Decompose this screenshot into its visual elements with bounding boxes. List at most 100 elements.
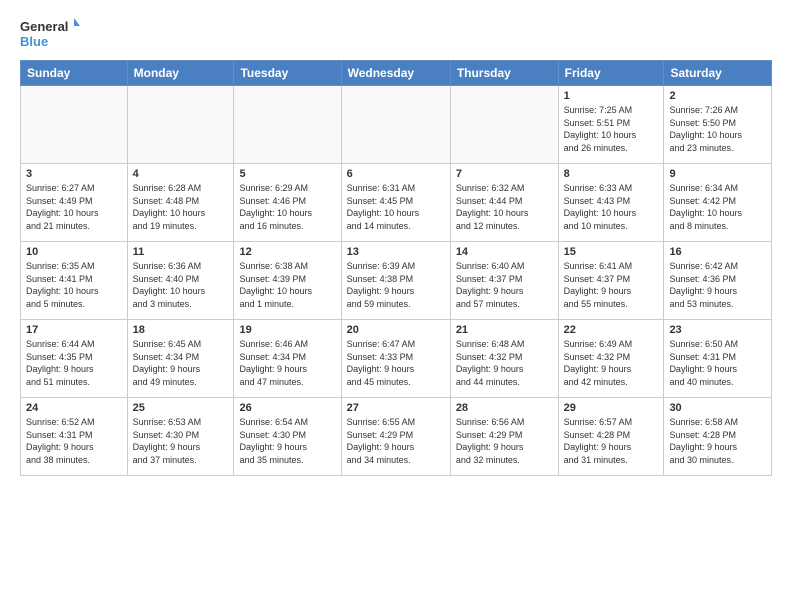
- page: General Blue SundayMondayTuesdayWednesda…: [0, 0, 792, 612]
- calendar-body: 1 Sunrise: 7:25 AM Sunset: 5:51 PM Daylig…: [21, 86, 772, 476]
- day-info: Sunrise: 6:44 AM Sunset: 4:35 PM Dayligh…: [26, 338, 122, 388]
- svg-text:General: General: [20, 19, 68, 34]
- day-number: 11: [133, 246, 229, 258]
- calendar-cell: 2 Sunrise: 7:26 AM Sunset: 5:50 PM Daylig…: [664, 86, 772, 164]
- calendar-cell: [234, 86, 341, 164]
- day-number: 1: [564, 90, 659, 102]
- calendar-cell: 19 Sunrise: 6:46 AM Sunset: 4:34 PM Dayli…: [234, 320, 341, 398]
- day-info: Sunrise: 6:42 AM Sunset: 4:36 PM Dayligh…: [669, 260, 766, 310]
- day-number: 15: [564, 246, 659, 258]
- day-number: 13: [347, 246, 445, 258]
- calendar-week: 17 Sunrise: 6:44 AM Sunset: 4:35 PM Dayli…: [21, 320, 772, 398]
- weekday-header: Wednesday: [341, 61, 450, 86]
- weekday-header: Friday: [558, 61, 664, 86]
- day-number: 21: [456, 324, 553, 336]
- calendar-cell: 23 Sunrise: 6:50 AM Sunset: 4:31 PM Dayli…: [664, 320, 772, 398]
- calendar-cell: 14 Sunrise: 6:40 AM Sunset: 4:37 PM Dayli…: [450, 242, 558, 320]
- weekday-header: Thursday: [450, 61, 558, 86]
- calendar-cell: [127, 86, 234, 164]
- calendar-cell: 8 Sunrise: 6:33 AM Sunset: 4:43 PM Daylig…: [558, 164, 664, 242]
- day-number: 23: [669, 324, 766, 336]
- calendar-cell: 22 Sunrise: 6:49 AM Sunset: 4:32 PM Dayli…: [558, 320, 664, 398]
- day-number: 14: [456, 246, 553, 258]
- day-info: Sunrise: 6:33 AM Sunset: 4:43 PM Dayligh…: [564, 182, 659, 232]
- day-info: Sunrise: 6:32 AM Sunset: 4:44 PM Dayligh…: [456, 182, 553, 232]
- calendar-cell: 30Sunrise: 6:58 AM Sunset: 4:28 PM Dayli…: [664, 398, 772, 476]
- day-info: Sunrise: 6:35 AM Sunset: 4:41 PM Dayligh…: [26, 260, 122, 310]
- weekday-header: Saturday: [664, 61, 772, 86]
- calendar-cell: 25 Sunrise: 6:53 AM Sunset: 4:30 PM Dayli…: [127, 398, 234, 476]
- day-number: 28: [456, 402, 553, 414]
- calendar-cell: 3 Sunrise: 6:27 AM Sunset: 4:49 PM Daylig…: [21, 164, 128, 242]
- day-info: Sunrise: 6:45 AM Sunset: 4:34 PM Dayligh…: [133, 338, 229, 388]
- day-info: Sunrise: 6:49 AM Sunset: 4:32 PM Dayligh…: [564, 338, 659, 388]
- day-info: Sunrise: 6:31 AM Sunset: 4:45 PM Dayligh…: [347, 182, 445, 232]
- day-info: Sunrise: 6:54 AM Sunset: 4:30 PM Dayligh…: [239, 416, 335, 466]
- weekday-header: Sunday: [21, 61, 128, 86]
- day-number: 19: [239, 324, 335, 336]
- day-number: 10: [26, 246, 122, 258]
- day-number: 29: [564, 402, 659, 414]
- weekday-header: Tuesday: [234, 61, 341, 86]
- calendar-cell: 29 Sunrise: 6:57 AM Sunset: 4:28 PM Dayli…: [558, 398, 664, 476]
- day-number: 7: [456, 168, 553, 180]
- calendar-cell: 13Sunrise: 6:39 AM Sunset: 4:38 PM Dayli…: [341, 242, 450, 320]
- day-number: 18: [133, 324, 229, 336]
- day-number: 20: [347, 324, 445, 336]
- calendar-cell: 12 Sunrise: 6:38 AM Sunset: 4:39 PM Dayli…: [234, 242, 341, 320]
- calendar-cell: 24 Sunrise: 6:52 AM Sunset: 4:31 PM Dayli…: [21, 398, 128, 476]
- day-number: 8: [564, 168, 659, 180]
- day-info: Sunrise: 6:40 AM Sunset: 4:37 PM Dayligh…: [456, 260, 553, 310]
- logo-svg: General Blue: [20, 16, 80, 52]
- calendar-cell: 6 Sunrise: 6:31 AM Sunset: 4:45 PM Daylig…: [341, 164, 450, 242]
- day-number: 24: [26, 402, 122, 414]
- calendar-cell: 4 Sunrise: 6:28 AM Sunset: 4:48 PM Daylig…: [127, 164, 234, 242]
- day-info: Sunrise: 6:47 AM Sunset: 4:33 PM Dayligh…: [347, 338, 445, 388]
- calendar-header: SundayMondayTuesdayWednesdayThursdayFrid…: [21, 61, 772, 86]
- day-number: 17: [26, 324, 122, 336]
- day-info: Sunrise: 6:57 AM Sunset: 4:28 PM Dayligh…: [564, 416, 659, 466]
- day-number: 16: [669, 246, 766, 258]
- calendar-cell: [450, 86, 558, 164]
- day-info: Sunrise: 6:28 AM Sunset: 4:48 PM Dayligh…: [133, 182, 229, 232]
- day-number: 3: [26, 168, 122, 180]
- day-info: Sunrise: 6:52 AM Sunset: 4:31 PM Dayligh…: [26, 416, 122, 466]
- day-info: Sunrise: 6:58 AM Sunset: 4:28 PM Dayligh…: [669, 416, 766, 466]
- day-info: Sunrise: 6:50 AM Sunset: 4:31 PM Dayligh…: [669, 338, 766, 388]
- day-info: Sunrise: 6:27 AM Sunset: 4:49 PM Dayligh…: [26, 182, 122, 232]
- calendar-cell: 20 Sunrise: 6:47 AM Sunset: 4:33 PM Dayli…: [341, 320, 450, 398]
- calendar-cell: 1 Sunrise: 7:25 AM Sunset: 5:51 PM Daylig…: [558, 86, 664, 164]
- calendar-cell: 26Sunrise: 6:54 AM Sunset: 4:30 PM Dayli…: [234, 398, 341, 476]
- day-number: 6: [347, 168, 445, 180]
- calendar-week: 24 Sunrise: 6:52 AM Sunset: 4:31 PM Dayli…: [21, 398, 772, 476]
- day-number: 9: [669, 168, 766, 180]
- day-number: 5: [239, 168, 335, 180]
- day-info: Sunrise: 6:48 AM Sunset: 4:32 PM Dayligh…: [456, 338, 553, 388]
- day-number: 25: [133, 402, 229, 414]
- calendar-cell: 7 Sunrise: 6:32 AM Sunset: 4:44 PM Daylig…: [450, 164, 558, 242]
- calendar-cell: [341, 86, 450, 164]
- day-info: Sunrise: 6:41 AM Sunset: 4:37 PM Dayligh…: [564, 260, 659, 310]
- header: General Blue: [20, 16, 772, 52]
- calendar-cell: 16 Sunrise: 6:42 AM Sunset: 4:36 PM Dayli…: [664, 242, 772, 320]
- calendar-cell: 11 Sunrise: 6:36 AM Sunset: 4:40 PM Dayli…: [127, 242, 234, 320]
- day-info: Sunrise: 6:53 AM Sunset: 4:30 PM Dayligh…: [133, 416, 229, 466]
- day-info: Sunrise: 6:55 AM Sunset: 4:29 PM Dayligh…: [347, 416, 445, 466]
- calendar-cell: [21, 86, 128, 164]
- day-info: Sunrise: 7:26 AM Sunset: 5:50 PM Dayligh…: [669, 104, 766, 154]
- logo: General Blue: [20, 16, 80, 52]
- calendar-week: 1 Sunrise: 7:25 AM Sunset: 5:51 PM Daylig…: [21, 86, 772, 164]
- day-info: Sunrise: 6:34 AM Sunset: 4:42 PM Dayligh…: [669, 182, 766, 232]
- day-number: 12: [239, 246, 335, 258]
- day-info: Sunrise: 6:36 AM Sunset: 4:40 PM Dayligh…: [133, 260, 229, 310]
- day-info: Sunrise: 7:25 AM Sunset: 5:51 PM Dayligh…: [564, 104, 659, 154]
- calendar-week: 10 Sunrise: 6:35 AM Sunset: 4:41 PM Dayli…: [21, 242, 772, 320]
- svg-text:Blue: Blue: [20, 34, 48, 49]
- day-number: 2: [669, 90, 766, 102]
- day-number: 4: [133, 168, 229, 180]
- day-info: Sunrise: 6:38 AM Sunset: 4:39 PM Dayligh…: [239, 260, 335, 310]
- day-info: Sunrise: 6:46 AM Sunset: 4:34 PM Dayligh…: [239, 338, 335, 388]
- calendar-cell: 28Sunrise: 6:56 AM Sunset: 4:29 PM Dayli…: [450, 398, 558, 476]
- day-number: 22: [564, 324, 659, 336]
- day-info: Sunrise: 6:29 AM Sunset: 4:46 PM Dayligh…: [239, 182, 335, 232]
